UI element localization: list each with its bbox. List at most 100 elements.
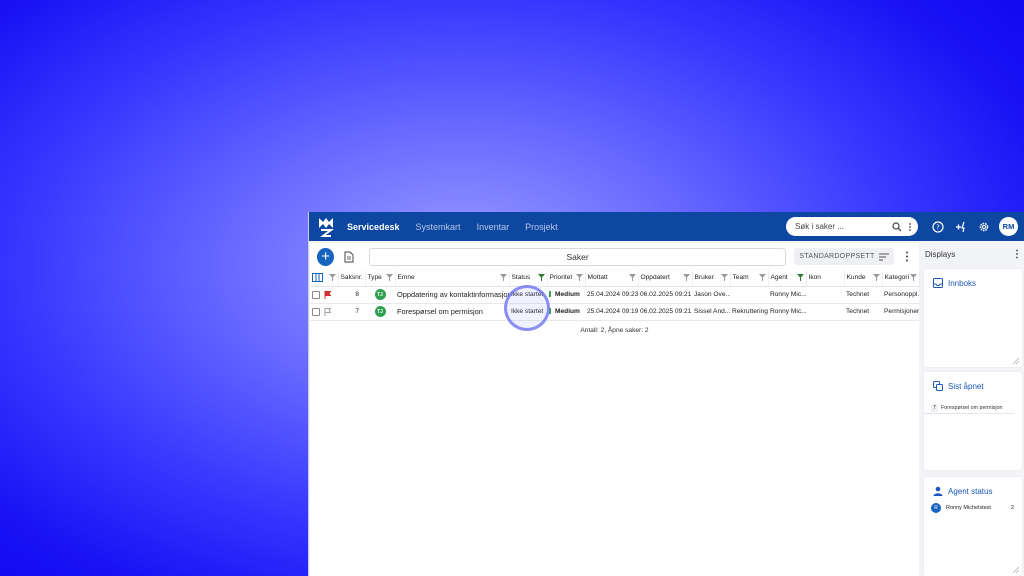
- column-header-mottatt[interactable]: Mottatt: [585, 270, 639, 287]
- add-case-button[interactable]: +: [317, 247, 335, 266]
- recent-title: Sist åpnet: [948, 381, 984, 391]
- active-filter-icon[interactable]: [796, 274, 804, 281]
- filter-icon[interactable]: [575, 274, 583, 281]
- subject-cell[interactable]: Forespørsel om permisjon: [395, 303, 509, 321]
- column-header-oppdatert[interactable]: Oppdatert: [638, 270, 693, 287]
- help-icon: ?: [932, 220, 944, 233]
- column-header-agent[interactable]: Agent: [768, 270, 807, 287]
- sort-lines-icon: [878, 253, 889, 260]
- nav-prosjekt[interactable]: Prosjekt: [525, 222, 558, 232]
- category-cell: Personoppl...: [882, 286, 919, 304]
- updated-cell: 06.02.2025 09:21: [638, 286, 692, 304]
- top-navigation-bar: Servicedesk Systemkart Inventar Prosjekt…: [309, 212, 1024, 241]
- inbox-card-title: Innboks: [924, 269, 1022, 288]
- subject-cell[interactable]: Oppdatering av kontaktinformasjon: [395, 286, 509, 304]
- cases-table: Saksnr. Type Emne Status Prioritet Motta…: [310, 270, 920, 321]
- column-header-prioritet[interactable]: Prioritet: [547, 270, 586, 287]
- type-cell: TJ: [365, 286, 395, 304]
- inbox-title: Innboks: [948, 278, 977, 288]
- cases-panel: + Saker STANDARDOPPSETT Saksnr. Type Emn…: [310, 243, 920, 576]
- column-label: Agent: [770, 274, 788, 282]
- nav-systemkart[interactable]: Systemkart: [416, 222, 461, 232]
- column-header-type[interactable]: Type: [365, 270, 396, 287]
- outline-flag-icon[interactable]: [324, 307, 332, 316]
- gear-icon: [979, 222, 989, 231]
- active-filter-icon[interactable]: [537, 274, 545, 281]
- type-badge: TJ: [374, 306, 386, 317]
- customer-cell: Technet: [844, 303, 882, 321]
- more-vertical-icon[interactable]: [1015, 249, 1019, 259]
- column-picker[interactable]: [310, 270, 339, 287]
- displays-header: Displays: [921, 243, 1024, 265]
- column-header-kategori[interactable]: Kategori: [882, 270, 920, 287]
- displays-sidebar: Displays Innboks Sist åpnet 7 Forespørse…: [921, 243, 1024, 576]
- resize-handle-icon[interactable]: [1013, 358, 1019, 364]
- plus-flash-icon: [956, 221, 965, 232]
- row-select-cell: [310, 303, 338, 321]
- priority-label: Medium: [555, 291, 580, 298]
- priority-cell: Medium: [547, 303, 585, 321]
- app-window: Servicedesk Systemkart Inventar Prosjekt…: [308, 212, 1024, 576]
- recent-card-title: Sist åpnet: [924, 372, 1022, 391]
- table-row[interactable]: 7 TJ Forespørsel om permisjon Ikke start…: [310, 303, 919, 321]
- column-header-team[interactable]: Team: [730, 270, 769, 287]
- help-button[interactable]: ?: [927, 216, 949, 238]
- column-header-emne[interactable]: Emne: [395, 270, 510, 287]
- priority-indicator: [549, 291, 551, 298]
- filter-icon[interactable]: [758, 274, 766, 281]
- filter-icon[interactable]: [628, 274, 636, 281]
- filter-icon[interactable]: [720, 274, 728, 281]
- filter-icon[interactable]: [909, 274, 917, 281]
- red-flag-icon[interactable]: [324, 290, 332, 299]
- document-icon: [344, 251, 354, 262]
- search-input[interactable]: Søk i saker ...: [786, 217, 918, 236]
- case-number: 7: [338, 303, 365, 321]
- resize-handle-icon[interactable]: [1013, 567, 1019, 573]
- app-logo[interactable]: [317, 216, 335, 238]
- nav-servicedesk[interactable]: Servicedesk: [347, 222, 400, 232]
- settings-button[interactable]: [973, 216, 995, 238]
- filter-icon[interactable]: [682, 274, 690, 281]
- column-label: Bruker: [694, 274, 714, 282]
- more-options-button[interactable]: [901, 251, 914, 262]
- column-header-bruker[interactable]: Bruker: [692, 270, 731, 287]
- row-checkbox[interactable]: [312, 290, 320, 299]
- search-icon[interactable]: [892, 221, 902, 232]
- column-label: Kunde: [846, 274, 866, 282]
- agent-status-card: Agent status R Ronny Michelstest 2: [924, 477, 1022, 576]
- agent-status-card-title: Agent status: [924, 477, 1022, 496]
- plus-icon: +: [321, 248, 331, 265]
- shortcut-button[interactable]: [950, 216, 972, 238]
- filter-icon[interactable]: [499, 274, 507, 281]
- search-options-icon[interactable]: [906, 222, 914, 232]
- column-label: Emne: [397, 274, 415, 282]
- column-header-saksnr[interactable]: Saksnr.: [338, 270, 366, 287]
- inbox-card[interactable]: Innboks: [924, 269, 1022, 367]
- column-label: Mottatt: [587, 274, 608, 282]
- column-label: Ikon: [808, 274, 821, 282]
- filter-icon[interactable]: [872, 274, 880, 281]
- column-header-ikon[interactable]: Ikon: [806, 270, 845, 287]
- column-header-status[interactable]: Status: [509, 270, 548, 287]
- recent-item[interactable]: 7 Forespørsel om permisjon: [924, 403, 1014, 414]
- click-highlight-ring: [504, 285, 550, 331]
- search-placeholder: Søk i saker ...: [795, 222, 844, 231]
- updated-cell: 06.02.2025 09:21: [638, 303, 692, 321]
- columns-icon: [312, 273, 323, 283]
- user-avatar[interactable]: RM: [999, 217, 1018, 236]
- filter-icon[interactable]: [385, 274, 393, 281]
- recent-card: Sist åpnet 7 Forespørsel om permisjon: [924, 372, 1022, 470]
- cases-toolbar: + Saker STANDARDOPPSETT: [310, 243, 919, 270]
- table-row[interactable]: 8 TJ Oppdatering av kontaktinformasjon I…: [310, 286, 919, 304]
- filter-icon[interactable]: [328, 274, 336, 281]
- column-label: Oppdatert: [640, 274, 670, 282]
- row-checkbox[interactable]: [312, 307, 320, 316]
- export-button[interactable]: [342, 249, 355, 265]
- agent-avatar: R: [931, 503, 941, 513]
- column-header-kunde[interactable]: Kunde: [844, 270, 883, 287]
- layout-selector[interactable]: STANDARDOPPSETT: [794, 248, 894, 265]
- nav-inventar[interactable]: Inventar: [477, 222, 510, 232]
- agent-row[interactable]: R Ronny Michelstest 2: [924, 503, 1022, 513]
- recent-item-number: 7: [931, 404, 938, 412]
- priority-label: Medium: [555, 308, 580, 315]
